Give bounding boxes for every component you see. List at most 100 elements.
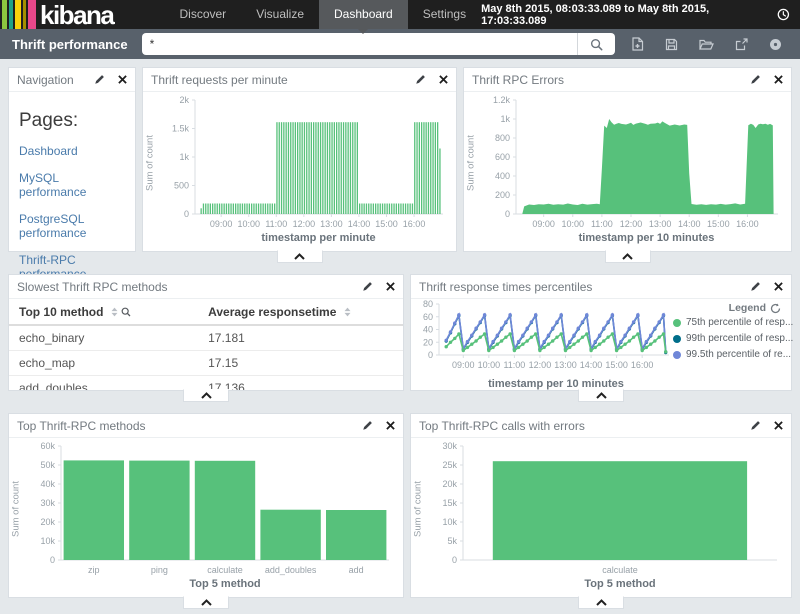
percentiles-line-chart[interactable]: 02040608009:0010:0011:0012:0013:0014:001… — [411, 299, 673, 373]
top-methods-bar-chart[interactable]: 010k20k30k40k50k60kzippingcalculateadd_d… — [23, 440, 395, 578]
legend-item[interactable]: 75th percentile of resp... — [673, 317, 781, 328]
page-link-mysql-performance[interactable]: MySQL performance — [19, 171, 125, 199]
x-axis-title: timestamp per 10 minutes — [411, 378, 673, 394]
topnav-item-discover[interactable]: Discover — [165, 0, 242, 29]
kibana-logo-stripes-icon — [2, 0, 38, 29]
top-nav-items: DiscoverVisualizeDashboardSettings — [165, 0, 482, 29]
svg-text:20k: 20k — [442, 479, 457, 489]
requests-bar-chart[interactable]: 05001k1.5k2k09:0010:0011:0012:0013:0014:… — [157, 94, 449, 232]
svg-text:13:00: 13:00 — [554, 360, 577, 370]
svg-text:600: 600 — [495, 152, 510, 162]
page-link-dashboard[interactable]: Dashboard — [19, 144, 125, 158]
edit-panel-icon[interactable] — [750, 74, 761, 85]
search-button[interactable] — [577, 33, 615, 55]
share-icon[interactable] — [735, 38, 748, 51]
svg-text:0: 0 — [50, 555, 55, 565]
panel-collapse-toggle[interactable] — [578, 389, 624, 402]
svg-text:25k: 25k — [442, 460, 457, 470]
chevron-up-icon — [596, 392, 607, 399]
svg-text:add: add — [349, 565, 364, 575]
svg-text:11:00: 11:00 — [591, 219, 613, 229]
legend-label: 99th percentile of resp... — [686, 333, 793, 344]
pages-heading: Pages: — [19, 110, 125, 132]
svg-text:1k: 1k — [179, 152, 189, 162]
dashboard-toolbar — [631, 37, 788, 51]
top-nav-bar: kibana DiscoverVisualizeDashboardSetting… — [0, 0, 800, 29]
edit-panel-icon[interactable] — [750, 420, 761, 431]
panel-collapse-toggle[interactable] — [578, 596, 624, 609]
time-range-text: May 8th 2015, 08:03:33.089 to May 8th 20… — [481, 3, 771, 27]
svg-text:500: 500 — [174, 181, 189, 191]
legend-color-dot-icon — [673, 335, 681, 343]
legend-color-dot-icon — [673, 351, 681, 359]
panel-collapse-toggle[interactable] — [605, 250, 651, 263]
svg-text:12:00: 12:00 — [293, 219, 316, 229]
responsetime-cell: 17.181 — [198, 325, 403, 351]
svg-text:10:00: 10:00 — [237, 219, 260, 229]
panel-title: Navigation — [17, 73, 94, 87]
edit-panel-icon[interactable] — [362, 281, 373, 292]
panel-collapse-toggle[interactable] — [277, 250, 323, 263]
svg-text:30k: 30k — [442, 441, 457, 451]
errors-area-chart[interactable]: 02004006008001k1.2k09:0010:0011:0012:001… — [478, 94, 784, 232]
clock-icon — [777, 8, 790, 21]
svg-text:16:00: 16:00 — [403, 219, 426, 229]
svg-text:60: 60 — [423, 312, 433, 322]
panel-slowest-methods: Slowest Thrift RPC methods Top 10 method — [8, 274, 404, 391]
responsetime-cell: 17.15 — [198, 351, 403, 376]
close-panel-icon[interactable] — [386, 282, 395, 291]
close-panel-icon[interactable] — [774, 75, 783, 84]
svg-text:15:00: 15:00 — [707, 219, 730, 229]
svg-text:0: 0 — [505, 209, 510, 219]
topnav-item-dashboard[interactable]: Dashboard — [319, 0, 408, 29]
panel-title: Thrift RPC Errors — [472, 73, 750, 87]
dashboard-title: Thrift performance — [12, 37, 128, 52]
calls-with-errors-bar-chart[interactable]: 05k10k15k20k25k30kcalculate — [425, 440, 783, 578]
table-row: echo_binary17.181 — [9, 325, 403, 351]
close-panel-icon[interactable] — [774, 282, 783, 291]
svg-text:40: 40 — [423, 325, 433, 335]
save-dashboard-icon[interactable] — [665, 38, 678, 51]
panel-collapse-toggle[interactable] — [183, 596, 229, 609]
close-panel-icon[interactable] — [439, 75, 448, 84]
legend-item[interactable]: 99.5th percentile of re... — [673, 349, 781, 360]
topnav-item-settings[interactable]: Settings — [408, 0, 481, 29]
chevron-up-icon — [201, 599, 212, 606]
topnav-item-visualize[interactable]: Visualize — [241, 0, 319, 29]
legend-label: 75th percentile of resp... — [686, 317, 793, 328]
filter-icon[interactable] — [769, 38, 782, 51]
legend-toggle[interactable]: Legend — [673, 302, 781, 314]
svg-text:30k: 30k — [40, 498, 55, 508]
y-axis-title: Sum of count — [464, 94, 478, 232]
dashboard-grid: Navigation Pages: Dashboard MySQL perform… — [0, 59, 800, 614]
svg-text:calculate: calculate — [602, 565, 638, 575]
magnifier-icon — [590, 38, 603, 51]
edit-panel-icon[interactable] — [362, 420, 373, 431]
edit-panel-icon[interactable] — [415, 74, 426, 85]
method-cell: echo_map — [9, 351, 198, 376]
svg-text:11:00: 11:00 — [503, 360, 525, 370]
svg-text:1k: 1k — [500, 114, 510, 124]
time-range-picker[interactable]: May 8th 2015, 08:03:33.089 to May 8th 20… — [481, 0, 800, 29]
svg-text:calculate: calculate — [207, 565, 243, 575]
page-link-postgresql-performance[interactable]: PostgreSQL performance — [19, 212, 125, 240]
close-panel-icon[interactable] — [386, 421, 395, 430]
panel-title: Thrift requests per minute — [151, 73, 415, 87]
panel-collapse-toggle[interactable] — [183, 389, 229, 402]
legend-color-dot-icon — [673, 319, 681, 327]
load-dashboard-icon[interactable] — [699, 38, 714, 51]
legend-item[interactable]: 99th percentile of resp... — [673, 333, 781, 344]
column-header-method[interactable]: Top 10 method — [9, 299, 198, 325]
panel-title: Top Thrift-RPC calls with errors — [419, 419, 750, 433]
edit-panel-icon[interactable] — [94, 74, 105, 85]
chevron-up-icon — [622, 253, 633, 260]
query-input[interactable] — [142, 33, 577, 55]
sort-icon — [111, 307, 118, 317]
close-panel-icon[interactable] — [118, 75, 127, 84]
svg-text:13:00: 13:00 — [649, 219, 672, 229]
kibana-logo[interactable]: kibana — [0, 0, 165, 29]
close-panel-icon[interactable] — [774, 421, 783, 430]
new-dashboard-icon[interactable] — [631, 37, 644, 51]
edit-panel-icon[interactable] — [750, 281, 761, 292]
column-header-responsetime[interactable]: Average responsetime — [198, 299, 403, 325]
